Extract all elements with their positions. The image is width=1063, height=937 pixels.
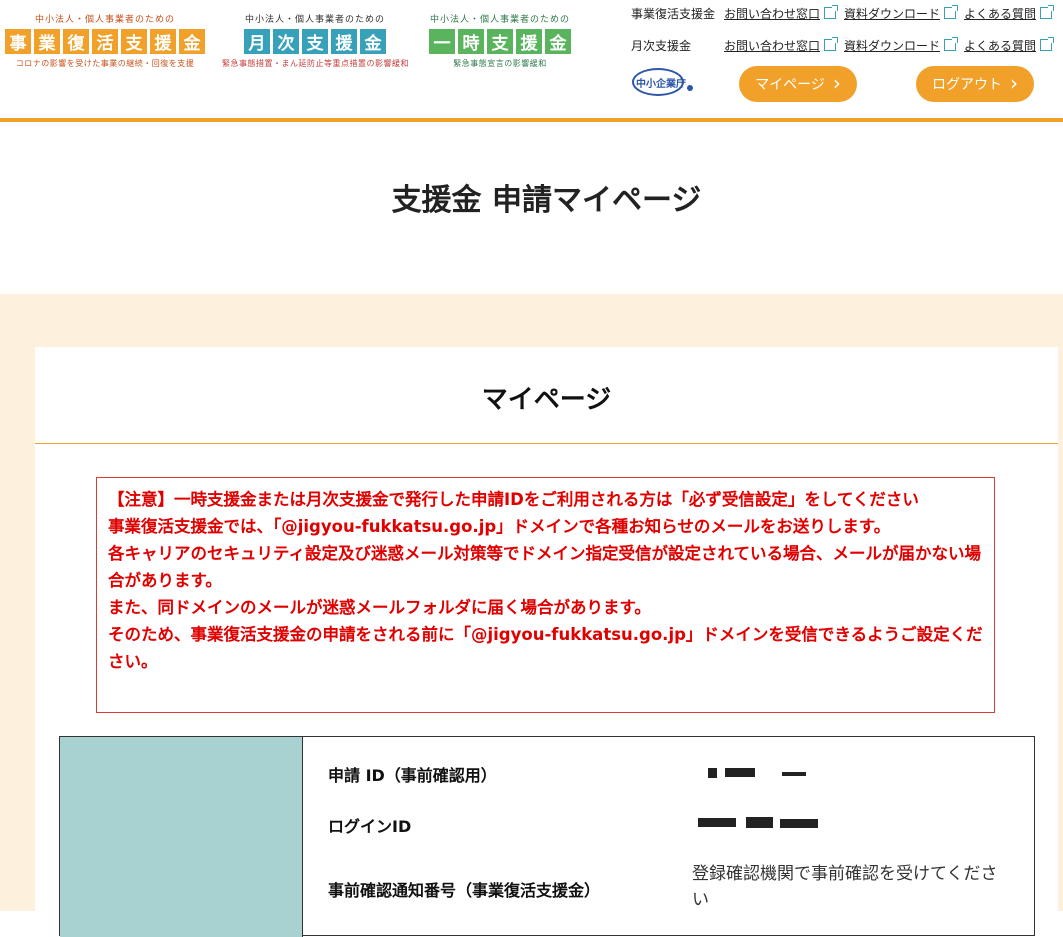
masked-text <box>780 819 818 828</box>
logo-jigyou-fukkatsu[interactable]: 中小法人・個人事業者のための 事 業 復 活 支 援 金 コロナの影響を受けた事… <box>2 12 208 69</box>
external-link-icon <box>824 36 839 51</box>
login-id-label: ログインID <box>328 817 412 836</box>
external-link-icon <box>824 4 839 19</box>
logo-subtitle: 緊急事態宣言の影響緩和 <box>453 59 547 68</box>
notice-line: また、同ドメインのメールが迷惑メールフォルダに届く場合があります。 <box>108 598 651 617</box>
notification-number-value: 登録確認機関で事前確認を受けてください <box>692 864 998 910</box>
logo-char: 次 <box>273 29 299 54</box>
masked-text <box>746 817 773 828</box>
logo-char: 事 <box>5 29 31 54</box>
logo-char: 活 <box>92 29 118 54</box>
logo-char: 金 <box>545 29 571 54</box>
logo-tiles: 事 業 復 活 支 援 金 <box>2 29 208 54</box>
external-link-icon <box>944 4 959 19</box>
notice-line: そのため、事業復活支援金の申請をされる前に「@jigyou-fukkatsu.g… <box>108 625 983 671</box>
contact-link[interactable]: お問い合わせ窓口 <box>724 37 820 54</box>
notice-line: 事業復活支援金では、「@jigyou-fukkatsu.go.jp」ドメインで各… <box>108 517 891 536</box>
masked-text <box>725 768 755 777</box>
logo-char: 月 <box>244 29 270 54</box>
faq-link[interactable]: よくある質問 <box>964 37 1036 54</box>
mypage-card: マイページ 【注意】一時支援金または月次支援金で発行した申請IDをご利用される方… <box>35 347 1058 937</box>
download-link[interactable]: 資料ダウンロード <box>844 5 940 22</box>
notice-line: 【注意】一時支援金または月次支援金で発行した申請IDをご利用される方は「必ず受信… <box>108 490 919 509</box>
contact-link[interactable]: お問い合わせ窓口 <box>724 5 820 22</box>
sme-agency-logo[interactable]: 中小企業庁 <box>632 68 693 98</box>
logo-char: 金 <box>360 29 386 54</box>
logo-char: 業 <box>34 29 60 54</box>
mypage-button-label: マイページ <box>755 77 825 93</box>
logo-char: 時 <box>458 29 484 54</box>
download-link[interactable]: 資料ダウンロード <box>844 37 940 54</box>
application-id-label: 申請 ID（事前確認用） <box>328 766 497 785</box>
application-info-table: 申請 ID（事前確認用） ログインID 事前確認通知番号（事業復活支援金） 登録… <box>59 736 1035 937</box>
external-link-icon <box>1040 4 1055 19</box>
logo-subtitle: 緊急事態措置・まん延防止等重点措置の影響緩和 <box>222 59 409 68</box>
logo-char: 支 <box>302 29 328 54</box>
masked-text <box>782 772 806 776</box>
notice-box: 【注意】一時支援金または月次支援金で発行した申請IDをご利用される方は「必ず受信… <box>96 477 995 713</box>
info-side-panel <box>60 737 303 937</box>
logo-char: 援 <box>331 29 357 54</box>
faq-link[interactable]: よくある質問 <box>964 5 1036 22</box>
logo-char: 援 <box>150 29 176 54</box>
chevron-right-icon: › <box>832 71 841 95</box>
card-divider <box>35 443 1058 444</box>
chevron-right-icon: › <box>1010 71 1018 95</box>
logo-subtitle: コロナの影響を受けた事業の継続・回復を支援 <box>15 59 195 68</box>
external-link-icon <box>944 36 959 51</box>
logo-char: 援 <box>516 29 542 54</box>
logo-caption: 中小法人・個人事業者のための <box>429 15 570 25</box>
logo-char: 金 <box>179 29 205 54</box>
logo-char: 支 <box>121 29 147 54</box>
mypage-button[interactable]: マイページ › <box>739 66 857 102</box>
notice-line: 各キャリアのセキュリティ設定及び迷惑メール対策等でドメイン指定受信が設定されてい… <box>108 544 982 590</box>
nav-row-getsuji: 月次支援金 お問い合わせ窓口 資料ダウンロード よくある質問 <box>631 36 1060 54</box>
logo-tiles: 月 次 支 援 金 <box>222 29 408 54</box>
logo-tiles: 一 時 支 援 金 <box>422 29 578 54</box>
logo-caption: 中小法人・個人事業者のための <box>244 15 385 25</box>
logout-button[interactable]: ログアウト › <box>916 66 1034 102</box>
logout-button-label: ログアウト <box>932 77 1002 93</box>
nav-row-label: 月次支援金 <box>631 39 692 53</box>
nav-row-jigyou-fukkatsu: 事業復活支援金 お問い合わせ窓口 資料ダウンロード よくある質問 <box>631 4 1060 22</box>
notification-number-label: 事前確認通知番号（事業復活支援金） <box>328 881 601 900</box>
agency-logo-dot <box>687 85 693 91</box>
logo-char: 復 <box>63 29 89 54</box>
card-title: マイページ <box>481 385 612 415</box>
header-divider <box>0 118 1063 122</box>
page-title: 支援金 申請マイページ <box>391 183 702 218</box>
nav-row-label: 事業復活支援金 <box>631 7 716 21</box>
agency-logo-text: 中小企業庁 <box>636 79 686 90</box>
logo-char: 一 <box>429 29 455 54</box>
masked-text <box>698 818 736 827</box>
logo-char: 支 <box>487 29 513 54</box>
logo-ichiji[interactable]: 中小法人・個人事業者のための 一 時 支 援 金 緊急事態宣言の影響緩和 <box>422 12 578 69</box>
external-link-icon <box>1040 36 1055 51</box>
site-header: 中小法人・個人事業者のための 事 業 復 活 支 援 金 コロナの影響を受けた事… <box>0 0 1063 118</box>
logo-caption: 中小法人・個人事業者のための <box>34 15 175 25</box>
logo-getsuji[interactable]: 中小法人・個人事業者のための 月 次 支 援 金 緊急事態措置・まん延防止等重点… <box>222 12 409 69</box>
masked-text <box>708 768 717 778</box>
